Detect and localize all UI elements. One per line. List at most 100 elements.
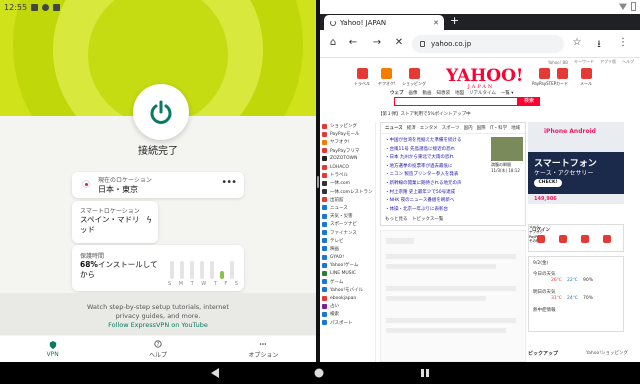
promo-ticker[interactable]: 【第１弾】ストア利用で5%ポイントアップ中 [378,111,471,117]
search-input[interactable] [394,97,518,106]
sidebar-item[interactable]: ニュース [322,204,375,212]
news-headline[interactable]: ・中国が台湾を見据えた準備を続ける [385,137,489,143]
forward-icon[interactable]: → [370,37,384,48]
smart-location-card[interactable]: スマートロケーション スペイン・マドリッド ϟ [72,201,158,243]
current-location-card[interactable]: 現在のロケーション 日本・東京 ••• [72,172,244,198]
protection-card[interactable]: 保護時間 68%インストールしてから SMTWTFS [72,245,244,291]
download-icon[interactable]: ⭳ [592,37,606,54]
sidebar-item[interactable]: ヤフオク! [322,138,375,146]
login-item-icon[interactable] [559,235,567,243]
login-item-icon[interactable] [537,235,545,243]
sidebar-item-label: ゲーム [330,279,344,285]
search-tab[interactable]: 知恵袋 [437,90,451,96]
sidebar-item[interactable]: ZOZOTOWN [322,155,375,163]
sidebar-item[interactable]: テレビ [322,237,375,245]
service-l-2[interactable]: ショッピング [402,68,426,92]
news-tab[interactable]: 地域 [511,125,520,131]
sidebar-item[interactable]: GYAO! [322,253,375,261]
news-tab[interactable]: スポーツ [442,125,460,131]
close-tab-icon[interactable]: ✕ [433,19,439,27]
news-tab[interactable]: 経済 [407,125,416,131]
sidebar-item[interactable]: 占い [322,302,375,310]
news-headline[interactable]: ・新幹線の開業に期待される地元の声 [385,180,489,186]
service-l-0[interactable]: トラベル [354,68,370,92]
sidebar-item[interactable]: LINE MUSIC [322,269,375,277]
news-tab[interactable]: エンタメ [420,125,438,131]
sidebar-item[interactable]: 天気・災害 [322,212,375,220]
news-tab[interactable]: IT・科学 [490,125,508,131]
sidebar-item[interactable]: PayPayフリマ [322,147,375,155]
search-tab[interactable]: リアルタイム [469,90,496,96]
news-headline[interactable]: ・台風11号 先島諸島に接近の恐れ [385,146,489,152]
news-headline[interactable]: ・地方選挙の投票率が過去最低に [385,163,489,169]
power-button[interactable] [133,84,189,140]
sidebar-item[interactable]: トラベル [322,171,375,179]
back-triangle-icon[interactable] [210,368,220,378]
sidebar-item[interactable]: 一休.comレストラン [322,188,375,196]
address-bar[interactable]: yahoo.co.jp [412,35,564,53]
menu-icon[interactable]: ⋮ [616,37,630,48]
service-r-1[interactable]: カード [556,68,568,92]
sidebar-item[interactable]: PayPayモール [322,130,375,138]
search-tab[interactable]: 画像 [409,90,418,96]
weather-box[interactable]: 9/2(金) 今日の天気 26℃ 22℃ 90% 明日の天気 31℃ 24℃ 70% 熱中症情報 [528,256,624,332]
sidebar-item[interactable]: ファイナンス [322,228,375,236]
day-label: S [234,281,238,287]
login-title[interactable]: ログイン [532,227,550,233]
news-more-link[interactable]: もっと見る トピックス一覧 [385,216,443,222]
sidebar-item[interactable]: 映画 [322,245,375,253]
search-tab[interactable]: ウェブ [390,90,404,96]
split-handle[interactable] [317,176,319,188]
news-thumbnail[interactable] [491,137,523,161]
top-link[interactable]: Yahoo! BB [548,60,568,65]
search-tab[interactable]: 一覧 ▾ [501,90,514,96]
new-tab-button[interactable]: + [450,14,459,27]
home-icon[interactable]: ⌂ [326,37,340,48]
news-headline[interactable]: ・ニコン 製造プリンター参入を発表 [385,171,489,177]
pickup-shopping-link[interactable]: Yahoo!ショッピング [586,350,628,356]
nav-options[interactable]: オプション [211,336,316,362]
sidebar-item[interactable]: ebookjapan [322,294,375,302]
top-link[interactable]: キーワード [574,59,594,65]
sidebar-item[interactable]: ゲーム [322,278,375,286]
news-headline[interactable]: ・日本 九州から東北で大雨の恐れ [385,154,489,160]
login-item-icon[interactable] [581,235,589,243]
nav-vpn[interactable]: VPN [0,336,105,362]
sidebar-item[interactable]: ショッピング [322,122,375,130]
home-circle-icon[interactable] [314,368,324,378]
service-r-0[interactable]: PayPaySTEP [532,68,556,92]
browser-tab[interactable]: Yahoo! JAPAN ✕ [324,15,444,30]
service-r-2[interactable]: メール [580,68,592,92]
sidebar-item[interactable]: Yahoo!モバイル [322,286,375,294]
news-tab[interactable]: 国内 [464,125,473,131]
ad-cta-button[interactable]: CHECK! [534,179,562,187]
sidebar-item[interactable]: LOHACO [322,163,375,171]
news-headline[interactable]: ・村上宗隆 史上最年少で50号達成 [385,189,489,195]
news-tab[interactable]: ニュース [385,125,403,131]
sidebar-item[interactable]: パスポート [322,319,375,327]
smartphone-ad[interactable]: iPhone Android スマートフォン ケース・アクセサリー CHECK!… [528,122,624,204]
recents-icon[interactable] [420,368,430,378]
login-item-icon[interactable] [603,235,611,243]
sidebar-item[interactable]: 出前館 [322,196,375,204]
back-icon[interactable]: ← [346,37,360,48]
top-link[interactable]: アプリ版 [600,59,616,65]
news-headline[interactable]: ・NHK 夜のニュース番組を刷新へ [385,197,489,203]
search-tab[interactable]: 動画 [423,90,432,96]
top-link[interactable]: ヘルプ [622,59,634,65]
sidebar-item[interactable]: 検索 [322,310,375,318]
sidebar-item[interactable]: スポーツナビ [322,220,375,228]
sidebar-item[interactable]: Yahoo!ゲーム [322,261,375,269]
bookmark-star-icon[interactable]: ☆ [570,37,584,48]
more-icon[interactable]: ••• [221,177,237,188]
search-tab[interactable]: 地図 [455,90,464,96]
sidebar-item[interactable]: 一休.com [322,179,375,187]
yahoo-logo[interactable]: YAHOO! JAPAN [446,67,523,90]
search-button[interactable]: 検索 [518,97,540,106]
youtube-link[interactable]: Follow ExpressVPN on YouTube [0,321,316,329]
news-tab[interactable]: 国際 [477,125,486,131]
news-headline[interactable]: ・体操・北京一年ぶりに表彰台 [385,206,489,212]
service-l-1[interactable]: ヤフオク! [378,68,396,92]
nav-help[interactable]: ? ヘルプ [105,336,210,362]
stop-loading-icon[interactable]: ✕ [392,37,406,48]
